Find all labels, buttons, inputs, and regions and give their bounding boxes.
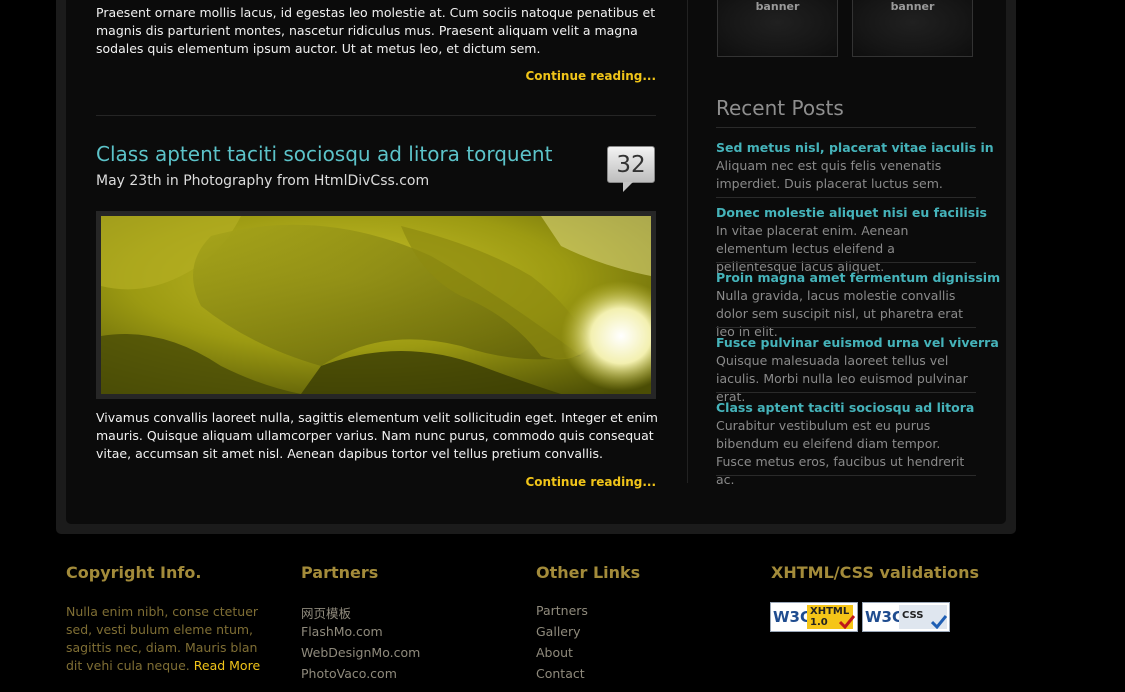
recent-post-link[interactable]: Proin magna amet fermentum dignissim — [716, 270, 1000, 285]
divider — [716, 392, 976, 393]
read-more-link[interactable]: Read More — [194, 658, 260, 673]
footer-copyright-text: Nulla enim nibh, conse ctetuer sed, vest… — [66, 603, 266, 675]
recent-post-excerpt: Curabitur vestibulum est eu purus bibend… — [716, 418, 965, 487]
post-title[interactable]: Class aptent taciti sociosqu ad litora t… — [96, 142, 552, 166]
partner-link[interactable]: PhotoVaco.com — [301, 666, 397, 681]
divider — [716, 262, 976, 263]
w3c-logo: W3C — [773, 608, 811, 626]
column-divider — [687, 0, 688, 483]
recent-post-link[interactable]: Fusce pulvinar euismod urna vel viverra — [716, 335, 999, 350]
post-meta: May 23th in Photography from HtmlDivCss.… — [96, 173, 430, 189]
footer-heading-copyright: Copyright Info. — [66, 563, 202, 582]
footer-heading-partners: Partners — [301, 563, 379, 582]
divider — [716, 197, 976, 198]
footer-link-about[interactable]: About — [536, 645, 573, 660]
check-icon — [931, 615, 947, 629]
xhtml-version: 1.0 — [810, 617, 828, 628]
footer-link-contact[interactable]: Contact — [536, 666, 585, 681]
recent-post-link[interactable]: Donec molestie aliquet nisi eu facilisis — [716, 205, 987, 220]
banner-ad[interactable]: banner — [717, 0, 838, 57]
partner-link[interactable]: FlashMo.com — [301, 624, 383, 639]
post-excerpt: Praesent ornare mollis lacus, id egestas… — [96, 5, 656, 56]
recent-post-excerpt: In vitae placerat enim. Aenean elementum… — [716, 223, 909, 274]
recent-post-excerpt: Aliquam nec est quis felis venenatis imp… — [716, 158, 943, 191]
recent-post-excerpt: Nulla gravida, lacus molestie convallis … — [716, 288, 964, 339]
continue-reading-link[interactable]: Continue reading... — [525, 69, 656, 83]
continue-reading-link[interactable]: Continue reading... — [525, 475, 656, 489]
recent-post-link[interactable]: Class aptent taciti sociosqu ad litora — [716, 400, 974, 415]
recent-post-excerpt: Quisque malesuada laoreet tellus vel iac… — [716, 353, 968, 404]
post-divider — [96, 115, 656, 116]
divider — [716, 127, 976, 128]
partner-link[interactable]: 网页模板 — [301, 603, 351, 622]
footer-heading-other-links: Other Links — [536, 563, 641, 582]
yellow-flower-photo — [101, 216, 651, 394]
divider — [716, 327, 976, 328]
css-validation-badge[interactable]: W3C CSS — [862, 602, 950, 632]
footer-link-partners[interactable]: Partners — [536, 603, 588, 618]
footer-link-gallery[interactable]: Gallery — [536, 624, 581, 639]
banner-ad[interactable]: banner — [852, 0, 973, 57]
post-excerpt: Vivamus convallis laoreet nulla, sagitti… — [96, 410, 658, 461]
recent-post-link[interactable]: Sed metus nisl, placerat vitae iaculis i… — [716, 140, 994, 155]
comment-count-badge[interactable]: 32 — [607, 146, 655, 183]
partner-link[interactable]: WebDesignMo.com — [301, 645, 420, 660]
divider — [716, 475, 976, 476]
footer-heading-validations: XHTML/CSS validations — [771, 563, 980, 582]
check-icon — [839, 615, 855, 629]
xhtml-validation-badge[interactable]: W3C XHTML 1.0 — [770, 602, 858, 632]
recent-posts-heading: Recent Posts — [716, 96, 844, 120]
post-image — [101, 216, 651, 394]
comment-bubble-tail — [623, 182, 633, 192]
w3c-logo: W3C — [865, 608, 903, 626]
